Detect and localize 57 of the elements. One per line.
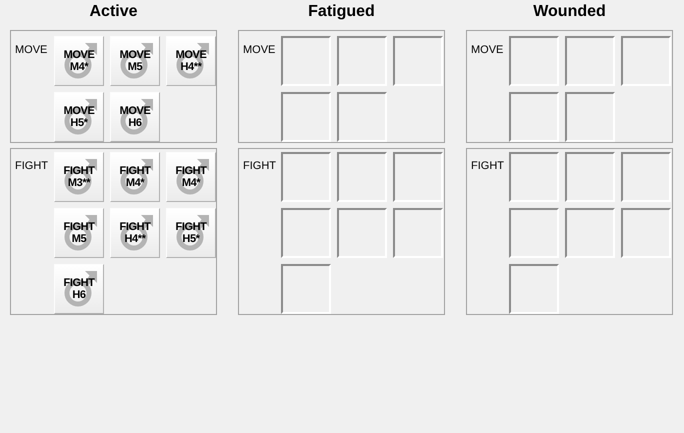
ring-arrow-icon — [63, 157, 99, 197]
empty-slot[interactable] — [337, 36, 387, 86]
empty-slot[interactable] — [621, 208, 671, 258]
empty-slot[interactable] — [393, 152, 443, 202]
empty-slot[interactable] — [337, 152, 387, 202]
empty-slot[interactable] — [621, 152, 671, 202]
action-card-button[interactable]: FIGHT M3** — [54, 152, 104, 202]
ring-arrow-icon — [175, 41, 211, 81]
ring-arrow-icon — [175, 157, 211, 197]
column-title: Fatigued — [308, 2, 375, 22]
empty-slot[interactable] — [509, 36, 559, 86]
action-card-button[interactable]: FIGHT M4* — [110, 152, 160, 202]
action-card-button[interactable]: MOVE M4* — [54, 36, 104, 86]
ring-arrow-icon — [119, 213, 155, 253]
section-label: FIGHT — [15, 160, 49, 173]
ring-arrow-icon — [175, 213, 211, 253]
empty-slot[interactable] — [621, 36, 671, 86]
action-card-button[interactable]: FIGHT H5* — [166, 208, 216, 258]
action-card-button[interactable]: FIGHT H6 — [54, 264, 104, 314]
empty-slot[interactable] — [509, 152, 559, 202]
empty-slot[interactable] — [281, 208, 331, 258]
empty-slot[interactable] — [565, 152, 615, 202]
action-card-button[interactable]: FIGHT M5 — [54, 208, 104, 258]
empty-slot[interactable] — [565, 36, 615, 86]
ring-arrow-icon — [63, 213, 99, 253]
empty-slot[interactable] — [565, 208, 615, 258]
ring-arrow-icon — [63, 269, 99, 309]
action-card-button[interactable]: MOVE M5 — [110, 36, 160, 86]
empty-slot[interactable] — [281, 36, 331, 86]
empty-slot[interactable] — [281, 264, 331, 314]
action-card-button[interactable]: FIGHT M4* — [166, 152, 216, 202]
section-label: MOVE — [471, 44, 504, 57]
action-card-button[interactable]: FIGHT H4** — [110, 208, 160, 258]
ring-arrow-icon — [119, 97, 155, 137]
ring-arrow-icon — [63, 97, 99, 137]
empty-slot[interactable] — [337, 208, 387, 258]
ring-arrow-icon — [119, 41, 155, 81]
empty-slot[interactable] — [565, 92, 615, 142]
empty-slot[interactable] — [281, 152, 331, 202]
column-title: Active — [89, 2, 138, 22]
column-title: Wounded — [533, 2, 606, 22]
action-card-button[interactable]: MOVE H5* — [54, 92, 104, 142]
empty-slot[interactable] — [393, 208, 443, 258]
section-label: MOVE — [15, 44, 48, 57]
empty-slot[interactable] — [393, 36, 443, 86]
empty-slot[interactable] — [509, 92, 559, 142]
section-label: FIGHT — [471, 160, 505, 173]
section-label: MOVE — [243, 44, 276, 57]
ring-arrow-icon — [63, 41, 99, 81]
empty-slot[interactable] — [509, 264, 559, 314]
action-card-button[interactable]: MOVE H6 — [110, 92, 160, 142]
empty-slot[interactable] — [281, 92, 331, 142]
action-card-button[interactable]: MOVE H4** — [166, 36, 216, 86]
empty-slot[interactable] — [337, 92, 387, 142]
ring-arrow-icon — [119, 157, 155, 197]
empty-slot[interactable] — [509, 208, 559, 258]
section-label: FIGHT — [243, 160, 277, 173]
